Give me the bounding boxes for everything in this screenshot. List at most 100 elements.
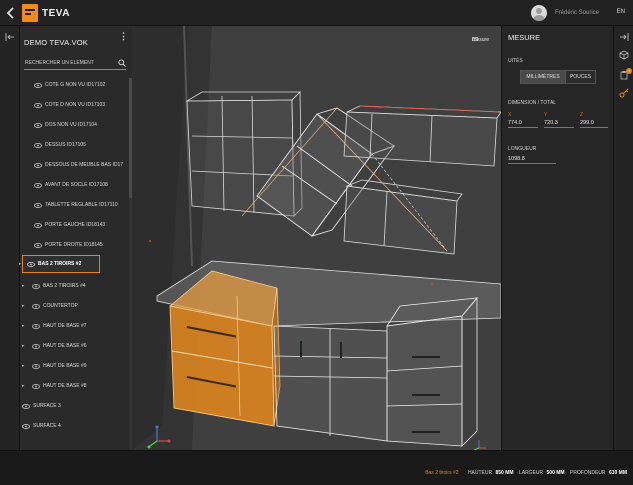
length-field[interactable]: 1098.8 [508,154,556,164]
eye-icon[interactable] [34,222,42,228]
eye-icon[interactable] [22,423,30,429]
tree-item[interactable]: SURFACE 3 [20,399,130,413]
top-bar: TEVA Frédéric Sourice EN [0,0,633,26]
status-bar: Bas 2 tiroirs #2 HAUTEUR 850 MM LARGEUR … [0,450,633,485]
search-icon[interactable] [118,59,126,67]
tree-item-label: BAS 2 TIROIRS #2 [38,261,82,267]
tree-item[interactable]: CÔTÉ D NON VU ID17103 [34,98,130,112]
tree-item[interactable]: PORTE DROITE ID18145 [34,238,130,252]
tree-item-label: DOS NON VU ID17104 [45,122,97,128]
scene-dot [149,240,151,242]
selected-object-name: Bas 2 tiroirs #2 [425,470,459,476]
height-value: 850 MM [495,470,514,476]
tree-item[interactable]: ▸ HAUT DE BASE #9 [20,359,130,373]
tree-item-label: DESSUS ID17105 [45,142,86,148]
eye-icon[interactable] [32,323,40,329]
tree-item[interactable]: DOS NON VU ID17104 [34,118,130,132]
back-button[interactable] [4,5,18,21]
collapse-right-icon[interactable] [619,32,629,42]
eye-icon[interactable] [32,283,40,289]
left-tool-strip [0,26,20,450]
tree-item[interactable]: ▸ HAUT DE BASE #8 [20,379,130,393]
chevron-left-icon [6,7,14,19]
eye-icon[interactable] [34,82,42,88]
search-box [24,58,126,70]
dimension-x-field[interactable]: 774.0 [508,118,538,128]
tree-item[interactable]: CÔTÉ G NON VU ID17102 [34,78,130,92]
tree-item[interactable]: ▸ HAUT DE BASE #7 [20,319,130,333]
base-cabinet-doors[interactable] [273,325,388,442]
expand-caret-icon[interactable]: ▸ [19,261,27,267]
eye-icon[interactable] [27,261,35,267]
panel-header: DEMO TEVA.VOK ⋮ [24,31,128,47]
tree-item[interactable]: SURFACE 4 [20,419,130,433]
tree-item-selected[interactable]: ▸ BAS 2 TIROIRS #2 [19,255,100,273]
tree-item[interactable]: DESSOUS DE MEUBLE BAS ID17 [34,158,130,172]
tree-item[interactable]: ▸ COUNTERTOP [20,299,130,313]
depth-value: 610 MM [608,470,627,476]
scene-tree-panel: DEMO TEVA.VOK ⋮ CÔTÉ G NON VU ID17102 CÔ… [19,26,132,450]
width-label: LARGEUR [518,470,544,476]
unit-millimeters-button[interactable]: MILLIMÈTRES [520,70,566,84]
expand-caret-icon[interactable]: ▸ [22,383,28,389]
eye-icon[interactable] [34,102,42,108]
eye-icon[interactable] [34,162,42,168]
cube-icon[interactable] [619,50,629,60]
project-title: DEMO TEVA.VOK [24,38,89,47]
eye-icon[interactable] [32,343,40,349]
3d-viewport[interactable]: mesure [132,26,501,450]
tree-item-label: BAS 2 TIROIRS #4 [43,283,86,289]
tree-item-label: PORTE GAUCHE ID18143 [45,222,106,228]
tree-item-label: TABLETTE RÉGLABLE ID17110 [45,202,118,208]
tree-item[interactable]: ▸ BAS 2 TIROIRS #4 [20,279,130,293]
unit-inches-button[interactable]: POUCES [566,70,596,84]
selection-dimensions: Bas 2 tiroirs #2 HAUTEUR 850 MM LARGEUR … [425,470,627,476]
eye-icon[interactable] [34,182,42,188]
tree-item[interactable]: TABLETTE RÉGLABLE ID17110 [34,198,130,212]
kitchen-3d-scene[interactable] [132,26,501,450]
eye-icon[interactable] [34,142,42,148]
collapse-left-icon[interactable] [5,33,15,41]
measure-tool-label[interactable]: mesure [472,37,489,43]
eye-icon[interactable] [32,363,40,369]
dimension-label: DIMENSION / TOTAL [508,100,557,106]
depth-label: PROFONDEUR [569,470,606,476]
tree-item-label: CÔTÉ G NON VU ID17102 [45,82,106,88]
eye-icon[interactable] [22,403,30,409]
expand-caret-icon[interactable]: ▸ [22,303,28,309]
dimension-z-field[interactable]: 299.0 [580,118,608,128]
right-tool-strip: ! [613,26,633,450]
notification-badge: ! [626,68,632,74]
tree-item[interactable]: ▸ HAUT DE BASE #6 [20,339,130,353]
tree-item[interactable]: DESSUS ID17105 [34,138,130,152]
length-label: LONGUEUR [508,146,537,152]
eye-icon[interactable] [34,122,42,128]
dimension-y-field[interactable]: 720.3 [544,118,574,128]
key-icon[interactable] [619,88,629,98]
tree-item-label: SURFACE 3 [33,403,61,409]
user-name: Frédéric Sourice [554,10,599,16]
units-label: UITÉS [508,58,523,64]
eye-icon[interactable] [34,242,42,248]
width-value: 500 MM [546,470,565,476]
avatar [530,5,547,21]
tree-item-label: HAUT DE BASE #9 [43,363,87,369]
tree-item-label: HAUT DE BASE #7 [43,323,87,329]
eye-icon[interactable] [32,383,40,389]
expand-caret-icon[interactable]: ▸ [22,323,28,329]
tree-item-label: CÔTÉ D NON VU ID17103 [45,102,106,108]
user-menu[interactable]: Frédéric Sourice [530,5,599,21]
expand-caret-icon[interactable]: ▸ [22,343,28,349]
more-menu-icon[interactable]: ⋮ [119,31,128,42]
teva-logo-mark [22,4,38,22]
expand-caret-icon[interactable]: ▸ [22,363,28,369]
tree-item[interactable]: AVANT DE SOCLE ID17108 [34,178,130,192]
tree-item[interactable]: PORTE GAUCHE ID18143 [34,218,130,232]
language-switch[interactable]: EN [617,9,625,15]
base-cabinet-selected[interactable] [169,270,281,427]
eye-icon[interactable] [34,202,42,208]
search-input[interactable] [25,60,115,66]
expand-caret-icon[interactable]: ▸ [22,283,28,289]
eye-icon[interactable] [32,303,40,309]
tree-item-label: COUNTERTOP [43,303,78,309]
